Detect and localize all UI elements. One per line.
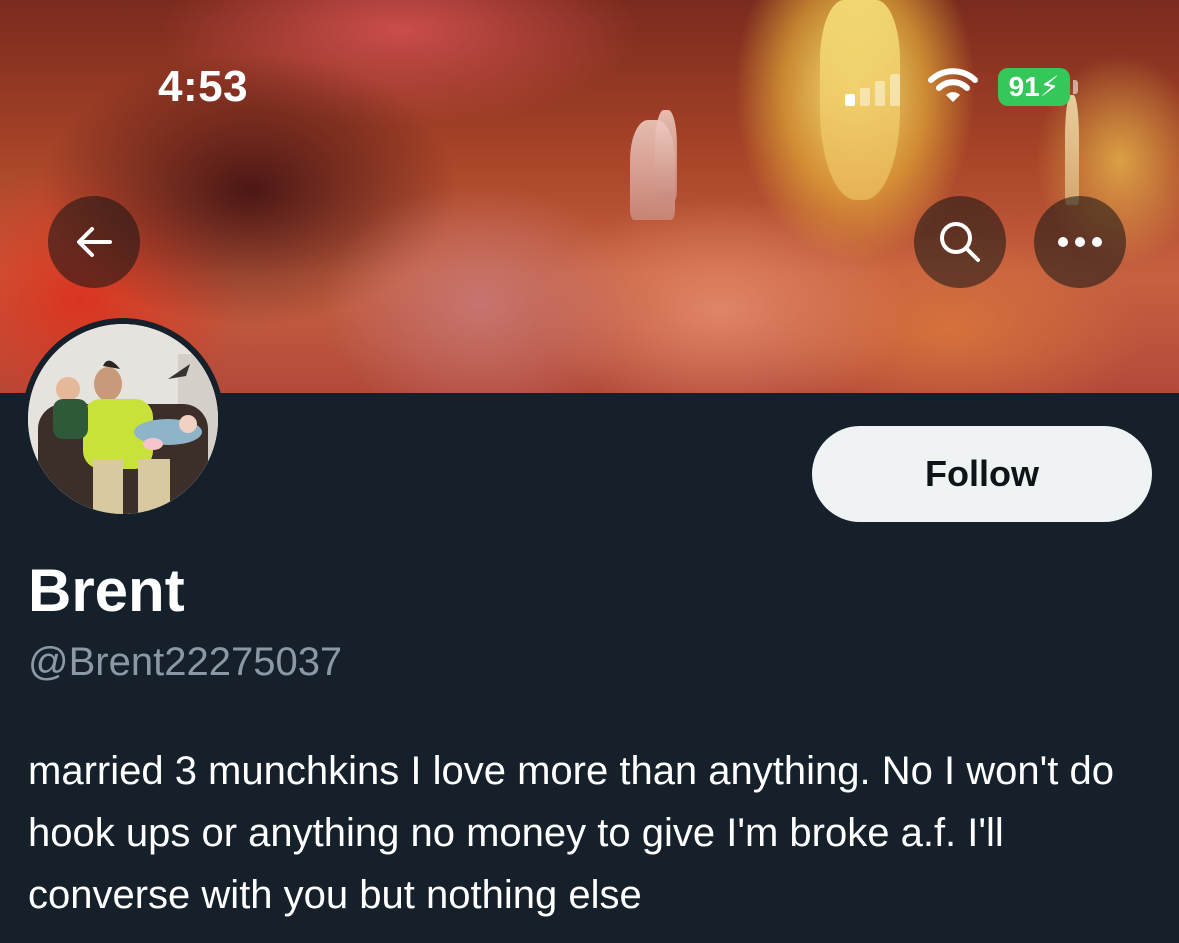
arrow-left-icon (77, 227, 112, 257)
status-bar: 4:53 91⚡ (0, 0, 1179, 180)
battery-percent: 91 (1008, 71, 1040, 102)
back-button[interactable] (48, 196, 140, 288)
battery-cap (1073, 80, 1078, 94)
cellular-signal-icon (845, 70, 905, 106)
avatar-photo (28, 324, 218, 514)
status-time: 4:53 (158, 62, 249, 111)
follow-button[interactable]: Follow (812, 426, 1152, 522)
battery-icon: 91⚡ (998, 68, 1070, 106)
search-icon (940, 222, 980, 262)
charging-bolt-icon: ⚡ (1039, 71, 1060, 102)
profile-handle: @Brent22275037 (28, 640, 343, 684)
more-horizontal-icon (1058, 237, 1102, 247)
more-options-button[interactable] (1034, 196, 1126, 288)
avatar[interactable] (22, 318, 224, 520)
search-button[interactable] (914, 196, 1006, 288)
profile-display-name: Brent (28, 557, 185, 624)
profile-bio: married 3 munchkins I love more than any… (28, 749, 1114, 917)
wifi-icon (928, 66, 978, 106)
